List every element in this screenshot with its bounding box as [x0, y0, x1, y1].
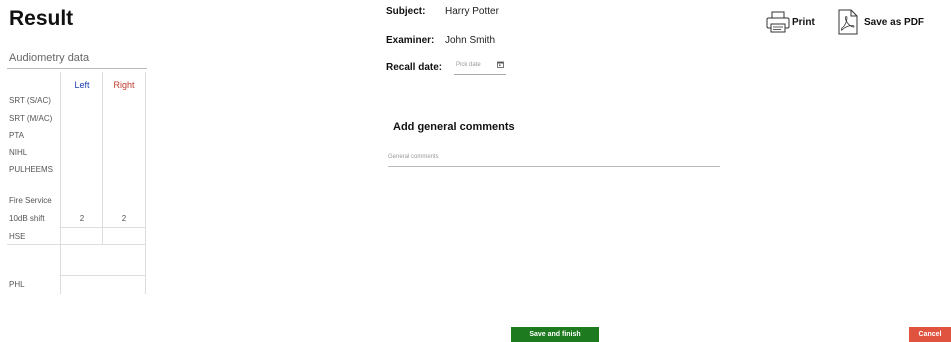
- row-label-10db-shift: 10dB shift: [9, 214, 45, 223]
- column-header-right: Right: [113, 80, 135, 90]
- pdf-icon: [838, 9, 858, 35]
- column-divider: [60, 72, 61, 294]
- audiometry-section-title: Audiometry data: [9, 52, 90, 64]
- save-as-pdf-button[interactable]: Save as PDF: [838, 8, 924, 36]
- general-comments-field[interactable]: General comments: [388, 152, 720, 167]
- page-title: Result: [9, 7, 74, 30]
- row-label-pta: PTA: [9, 131, 24, 140]
- row-label-phl: PHL: [9, 280, 25, 289]
- examiner-label: Examiner:: [386, 35, 435, 46]
- row-label-srt-sac: SRT (S/AC): [9, 96, 51, 105]
- column-header-left: Left: [74, 80, 90, 90]
- examiner-value: John Smith: [445, 35, 496, 46]
- shift-right-value: 2: [121, 214, 127, 223]
- print-label: Print: [792, 16, 815, 28]
- printer-icon: [766, 11, 790, 33]
- recall-date-placeholder: Pick date: [456, 62, 481, 68]
- section-divider: [7, 68, 147, 69]
- row-label-hse: HSE: [9, 232, 26, 241]
- recall-date-picker[interactable]: Pick date: [454, 60, 506, 75]
- row-label-pulheems: PULHEEMS: [9, 165, 54, 174]
- row-label-srt-mac: SRT (M/AC): [9, 114, 53, 123]
- recall-date-label: Recall date:: [386, 62, 443, 73]
- comments-placeholder: General comments: [388, 154, 439, 160]
- subject-label: Subject:: [386, 6, 426, 17]
- comments-title: Add general comments: [393, 121, 515, 133]
- subject-value: Harry Potter: [445, 6, 499, 17]
- calendar-icon[interactable]: [497, 61, 504, 68]
- cancel-button[interactable]: Cancel: [909, 327, 951, 342]
- print-button[interactable]: Print: [766, 8, 815, 36]
- row-divider: [60, 275, 146, 276]
- row-label-nihl: NIHL: [9, 148, 28, 157]
- audiometry-table: Left Right SRT (S/AC) SRT (M/AC) PTA NIH…: [7, 72, 146, 294]
- save-as-pdf-label: Save as PDF: [864, 16, 925, 28]
- row-label-fire-service: Fire Service: [9, 196, 52, 205]
- row-divider: [60, 227, 146, 228]
- save-and-finish-button[interactable]: Save and finish: [511, 327, 599, 342]
- column-divider: [145, 72, 146, 294]
- row-divider: [7, 244, 146, 245]
- shift-left-value: 2: [79, 214, 85, 223]
